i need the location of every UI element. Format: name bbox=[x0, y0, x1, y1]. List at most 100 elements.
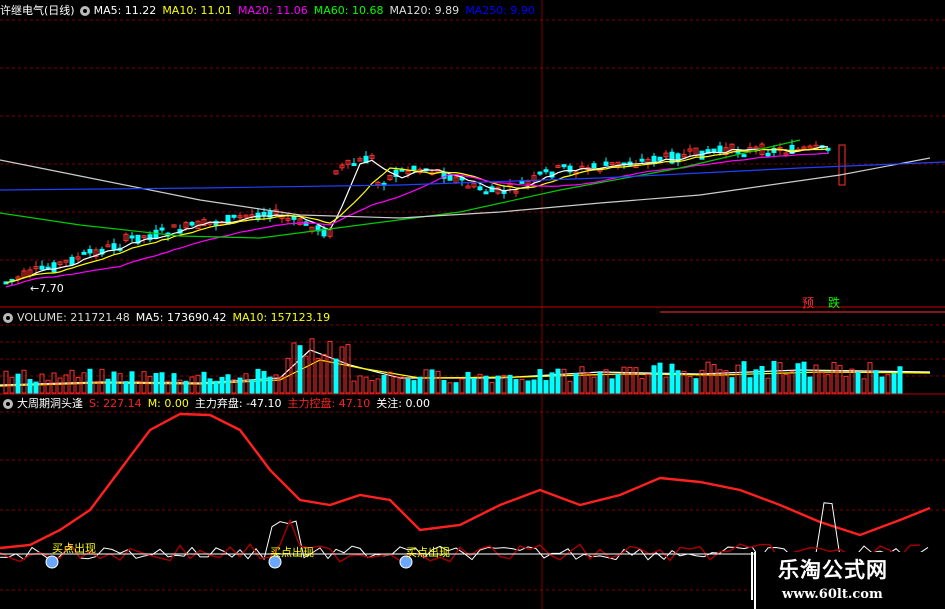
volume-bar bbox=[645, 373, 651, 394]
volume-bar bbox=[351, 380, 357, 394]
volume-bar bbox=[171, 373, 177, 394]
volume-bar bbox=[765, 377, 771, 394]
volume-bar bbox=[303, 355, 309, 394]
volume-bar bbox=[855, 371, 861, 394]
candlesticks bbox=[3, 139, 846, 286]
volume-bar bbox=[297, 345, 303, 394]
indicator-name[interactable]: 大周期洞头逢 bbox=[17, 396, 83, 412]
volume-bar bbox=[897, 366, 903, 394]
hint-pre-label: 预 bbox=[802, 296, 815, 310]
volume-bar bbox=[747, 377, 753, 394]
volume-bar bbox=[825, 373, 831, 394]
volume-bar bbox=[219, 376, 225, 394]
watermark: 乐淘公式网 www.60lt.com bbox=[754, 552, 945, 609]
candle-body bbox=[591, 163, 597, 169]
candle-body bbox=[765, 152, 771, 157]
volume-bar bbox=[459, 378, 465, 394]
volume-bar bbox=[687, 375, 693, 394]
watermark-divider bbox=[754, 552, 756, 609]
candle-body bbox=[69, 256, 75, 266]
volume-bar bbox=[123, 381, 129, 394]
volume-bar bbox=[183, 380, 189, 394]
volume-bar bbox=[657, 362, 663, 394]
candle-body bbox=[603, 161, 609, 166]
volume-bar bbox=[153, 373, 159, 394]
price-low-label: ←7.70 bbox=[30, 282, 64, 295]
volume-value: VOLUME: 211721.48 bbox=[17, 311, 130, 324]
volume-bar bbox=[753, 369, 759, 394]
buy-signal-label: 买点出现 bbox=[52, 542, 96, 555]
volume-bar bbox=[15, 373, 21, 394]
candle-body bbox=[411, 165, 417, 170]
volume-bars bbox=[3, 338, 903, 394]
ma20-value: MA20: 11.06 bbox=[238, 4, 308, 17]
buy-point-marker bbox=[45, 555, 59, 569]
candle-body bbox=[537, 171, 543, 175]
volume-bar bbox=[483, 375, 489, 394]
candle-body bbox=[81, 251, 87, 255]
volume-bar bbox=[531, 379, 537, 394]
volume-bar bbox=[291, 342, 297, 394]
candle-body bbox=[543, 169, 549, 173]
volume-bar bbox=[519, 378, 525, 394]
volume-bar bbox=[423, 369, 429, 394]
volume-bar bbox=[591, 376, 597, 394]
volume-bar bbox=[21, 369, 27, 394]
volume-bar bbox=[225, 374, 231, 394]
volume-bar bbox=[507, 374, 513, 394]
volume-bar bbox=[471, 378, 477, 394]
gear-icon[interactable] bbox=[79, 6, 90, 16]
volume-bar bbox=[57, 377, 63, 394]
volume-bar bbox=[879, 376, 885, 394]
volume-bar bbox=[453, 382, 459, 394]
volume-bar bbox=[177, 379, 183, 394]
main-chart-header: 许继电气(日线) MA5: 11.22 MA10: 11.01 MA20: 11… bbox=[0, 3, 541, 19]
candle-body bbox=[657, 156, 663, 161]
candle-body bbox=[111, 243, 117, 250]
volume-bar bbox=[147, 375, 153, 394]
stock-name[interactable]: 许继电气(日线) bbox=[0, 3, 75, 19]
volume-bar bbox=[777, 362, 783, 394]
volume-ma10-value: MA10: 157123.19 bbox=[232, 311, 331, 324]
gear-icon[interactable] bbox=[3, 313, 13, 323]
indicator-abandon-value: 主力弃盘: -47.10 bbox=[194, 397, 282, 410]
volume-bar bbox=[69, 369, 75, 394]
candle-body bbox=[477, 186, 483, 191]
volume-bar bbox=[537, 369, 543, 394]
volume-bar bbox=[357, 375, 363, 394]
volume-bar bbox=[399, 376, 405, 394]
volume-bar bbox=[465, 371, 471, 394]
volume-bar bbox=[597, 372, 603, 394]
volume-bar bbox=[885, 374, 891, 394]
gear-icon[interactable] bbox=[3, 399, 13, 409]
ma120-value: MA120: 9.89 bbox=[389, 4, 460, 17]
watermark-title: 乐淘公式网 bbox=[778, 557, 888, 582]
candle-body bbox=[51, 262, 57, 273]
volume-bar bbox=[759, 365, 765, 394]
volume-bar bbox=[735, 364, 741, 394]
volume-bar bbox=[75, 376, 81, 394]
volume-bar bbox=[609, 378, 615, 394]
volume-bar bbox=[873, 370, 879, 394]
candle-body bbox=[351, 163, 357, 167]
volume-bar bbox=[783, 373, 789, 394]
volume-bar bbox=[723, 370, 729, 394]
volume-bar bbox=[129, 371, 135, 394]
volume-bar bbox=[693, 378, 699, 394]
volume-bar bbox=[87, 368, 93, 394]
volume-bar bbox=[573, 373, 579, 394]
volume-bar bbox=[567, 380, 573, 394]
volume-bar bbox=[333, 358, 339, 394]
candle-body bbox=[129, 235, 135, 239]
volume-bar bbox=[837, 365, 843, 394]
volume-bar bbox=[891, 373, 897, 394]
volume-bar bbox=[705, 361, 711, 394]
volume-bar bbox=[813, 364, 819, 394]
ma5-value: MA5: 11.22 bbox=[93, 4, 157, 17]
volume-bar bbox=[243, 373, 249, 394]
indicator-header: 大周期洞头逢 S: 227.14 M: 0.00 主力弃盘: -47.10 主力… bbox=[0, 396, 436, 412]
watermark-url: www.60lt.com bbox=[782, 587, 883, 602]
volume-bar bbox=[495, 375, 501, 394]
volume-bar bbox=[669, 363, 675, 394]
volume-bar bbox=[867, 362, 873, 394]
